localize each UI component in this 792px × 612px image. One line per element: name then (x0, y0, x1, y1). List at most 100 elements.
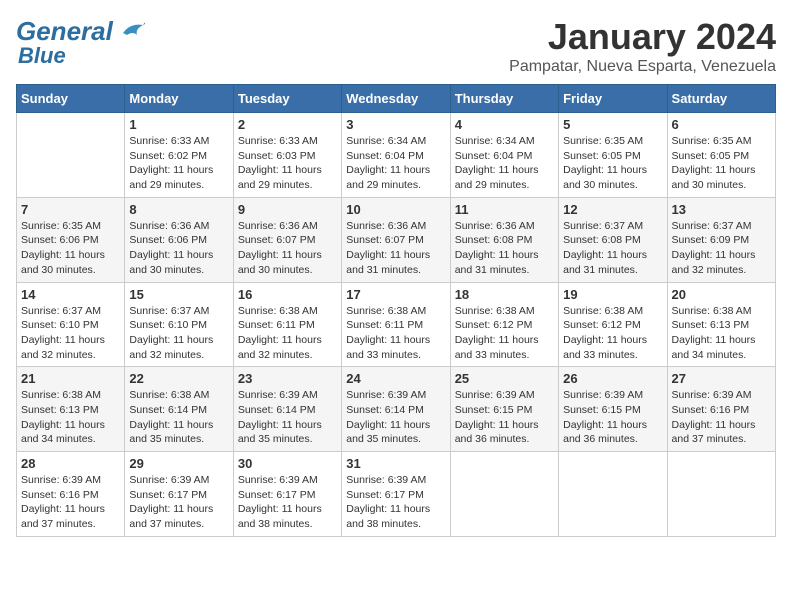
calendar-cell: 19 Sunrise: 6:38 AMSunset: 6:12 PMDayligh… (559, 282, 667, 367)
calendar-cell: 3 Sunrise: 6:34 AMSunset: 6:04 PMDaylight… (342, 113, 450, 198)
day-number: 2 (238, 117, 337, 132)
calendar-cell (559, 452, 667, 537)
calendar-cell: 8 Sunrise: 6:36 AMSunset: 6:06 PMDaylight… (125, 197, 233, 282)
calendar-cell: 16 Sunrise: 6:38 AMSunset: 6:11 PMDayligh… (233, 282, 341, 367)
day-info: Sunrise: 6:38 AMSunset: 6:12 PMDaylight:… (563, 304, 662, 363)
weekday-header: Friday (559, 85, 667, 113)
day-number: 16 (238, 287, 337, 302)
logo: General Blue (16, 16, 145, 69)
day-number: 28 (21, 456, 120, 471)
calendar-cell: 12Sunrise: 6:37 AMSunset: 6:08 PMDayligh… (559, 197, 667, 282)
day-info: Sunrise: 6:38 AMSunset: 6:13 PMDaylight:… (21, 388, 120, 447)
day-number: 27 (672, 371, 771, 386)
weekday-header: Wednesday (342, 85, 450, 113)
day-number: 8 (129, 202, 228, 217)
page-title: January 2024 (509, 16, 776, 58)
day-info: Sunrise: 6:34 AMSunset: 6:04 PMDaylight:… (346, 134, 445, 193)
calendar-cell: 7 Sunrise: 6:35 AMSunset: 6:06 PMDaylight… (17, 197, 125, 282)
calendar-cell: 4 Sunrise: 6:34 AMSunset: 6:04 PMDaylight… (450, 113, 558, 198)
calendar-cell: 29 Sunrise: 6:39 AMSunset: 6:17 PMDayligh… (125, 452, 233, 537)
calendar-cell: 26Sunrise: 6:39 AMSunset: 6:15 PMDayligh… (559, 367, 667, 452)
calendar-cell: 2Sunrise: 6:33 AMSunset: 6:03 PMDaylight… (233, 113, 341, 198)
day-info: Sunrise: 6:33 AMSunset: 6:02 PMDaylight:… (129, 134, 228, 193)
day-info: Sunrise: 6:34 AMSunset: 6:04 PMDaylight:… (455, 134, 554, 193)
calendar-header-row: SundayMondayTuesdayWednesdayThursdayFrid… (17, 85, 776, 113)
calendar-cell: 23 Sunrise: 6:39 AMSunset: 6:14 PMDayligh… (233, 367, 341, 452)
day-info: Sunrise: 6:38 AMSunset: 6:11 PMDaylight:… (238, 304, 337, 363)
day-number: 1 (129, 117, 228, 132)
calendar-cell: 9 Sunrise: 6:36 AMSunset: 6:07 PMDaylight… (233, 197, 341, 282)
weekday-header: Tuesday (233, 85, 341, 113)
calendar-cell: 13Sunrise: 6:37 AMSunset: 6:09 PMDayligh… (667, 197, 775, 282)
calendar-cell: 5 Sunrise: 6:35 AMSunset: 6:05 PMDaylight… (559, 113, 667, 198)
calendar-cell: 25Sunrise: 6:39 AMSunset: 6:15 PMDayligh… (450, 367, 558, 452)
calendar-cell: 18 Sunrise: 6:38 AMSunset: 6:12 PMDayligh… (450, 282, 558, 367)
day-number: 19 (563, 287, 662, 302)
day-number: 3 (346, 117, 445, 132)
day-number: 7 (21, 202, 120, 217)
day-info: Sunrise: 6:36 AMSunset: 6:07 PMDaylight:… (346, 219, 445, 278)
day-info: Sunrise: 6:35 AMSunset: 6:06 PMDaylight:… (21, 219, 120, 278)
day-info: Sunrise: 6:39 AMSunset: 6:14 PMDaylight:… (346, 388, 445, 447)
calendar-cell: 22 Sunrise: 6:38 AMSunset: 6:14 PMDayligh… (125, 367, 233, 452)
calendar-cell: 14Sunrise: 6:37 AMSunset: 6:10 PMDayligh… (17, 282, 125, 367)
page-header: General Blue January 2024 Pampatar, Nuev… (16, 16, 776, 76)
day-number: 6 (672, 117, 771, 132)
calendar-table: SundayMondayTuesdayWednesdayThursdayFrid… (16, 84, 776, 537)
day-info: Sunrise: 6:36 AMSunset: 6:06 PMDaylight:… (129, 219, 228, 278)
day-info: Sunrise: 6:38 AMSunset: 6:13 PMDaylight:… (672, 304, 771, 363)
weekday-header: Saturday (667, 85, 775, 113)
weekday-header: Sunday (17, 85, 125, 113)
day-number: 29 (129, 456, 228, 471)
day-number: 5 (563, 117, 662, 132)
calendar-cell: 24Sunrise: 6:39 AMSunset: 6:14 PMDayligh… (342, 367, 450, 452)
day-number: 17 (346, 287, 445, 302)
day-info: Sunrise: 6:39 AMSunset: 6:17 PMDaylight:… (129, 473, 228, 532)
page-subtitle: Pampatar, Nueva Esparta, Venezuela (509, 58, 776, 76)
day-number: 23 (238, 371, 337, 386)
calendar-cell (17, 113, 125, 198)
day-number: 11 (455, 202, 554, 217)
weekday-header: Thursday (450, 85, 558, 113)
day-info: Sunrise: 6:37 AMSunset: 6:10 PMDaylight:… (129, 304, 228, 363)
day-number: 31 (346, 456, 445, 471)
day-info: Sunrise: 6:35 AMSunset: 6:05 PMDaylight:… (563, 134, 662, 193)
day-number: 30 (238, 456, 337, 471)
day-info: Sunrise: 6:38 AMSunset: 6:12 PMDaylight:… (455, 304, 554, 363)
day-info: Sunrise: 6:38 AMSunset: 6:14 PMDaylight:… (129, 388, 228, 447)
day-info: Sunrise: 6:35 AMSunset: 6:05 PMDaylight:… (672, 134, 771, 193)
calendar-cell: 17 Sunrise: 6:38 AMSunset: 6:11 PMDayligh… (342, 282, 450, 367)
calendar-cell: 10 Sunrise: 6:36 AMSunset: 6:07 PMDayligh… (342, 197, 450, 282)
calendar-cell: 20Sunrise: 6:38 AMSunset: 6:13 PMDayligh… (667, 282, 775, 367)
day-info: Sunrise: 6:39 AMSunset: 6:14 PMDaylight:… (238, 388, 337, 447)
day-number: 26 (563, 371, 662, 386)
day-info: Sunrise: 6:39 AMSunset: 6:17 PMDaylight:… (238, 473, 337, 532)
day-info: Sunrise: 6:38 AMSunset: 6:11 PMDaylight:… (346, 304, 445, 363)
calendar-cell (450, 452, 558, 537)
day-info: Sunrise: 6:39 AMSunset: 6:16 PMDaylight:… (672, 388, 771, 447)
calendar-cell: 30 Sunrise: 6:39 AMSunset: 6:17 PMDayligh… (233, 452, 341, 537)
day-number: 4 (455, 117, 554, 132)
calendar-week-row: 14 Sunrise: 6:37 AMSunset: 6:10 PMDayligh… (17, 282, 776, 367)
calendar-week-row: 7 Sunrise: 6:35 AMSunset: 6:06 PMDaylight… (17, 197, 776, 282)
day-number: 18 (455, 287, 554, 302)
day-number: 22 (129, 371, 228, 386)
day-number: 21 (21, 371, 120, 386)
calendar-cell: 28Sunrise: 6:39 AMSunset: 6:16 PMDayligh… (17, 452, 125, 537)
calendar-cell: 15Sunrise: 6:37 AMSunset: 6:10 PMDayligh… (125, 282, 233, 367)
day-number: 25 (455, 371, 554, 386)
calendar-cell: 27 Sunrise: 6:39 AMSunset: 6:16 PMDayligh… (667, 367, 775, 452)
calendar-cell: 11Sunrise: 6:36 AMSunset: 6:08 PMDayligh… (450, 197, 558, 282)
day-number: 13 (672, 202, 771, 217)
calendar-week-row: 28Sunrise: 6:39 AMSunset: 6:16 PMDayligh… (17, 452, 776, 537)
calendar-week-row: 21 Sunrise: 6:38 AMSunset: 6:13 PMDayligh… (17, 367, 776, 452)
day-number: 9 (238, 202, 337, 217)
day-info: Sunrise: 6:36 AMSunset: 6:07 PMDaylight:… (238, 219, 337, 278)
title-block: January 2024 Pampatar, Nueva Esparta, Ve… (509, 16, 776, 76)
day-number: 14 (21, 287, 120, 302)
calendar-cell: 21 Sunrise: 6:38 AMSunset: 6:13 PMDayligh… (17, 367, 125, 452)
calendar-week-row: 1 Sunrise: 6:33 AMSunset: 6:02 PMDaylight… (17, 113, 776, 198)
day-number: 10 (346, 202, 445, 217)
day-info: Sunrise: 6:37 AMSunset: 6:08 PMDaylight:… (563, 219, 662, 278)
weekday-header: Monday (125, 85, 233, 113)
